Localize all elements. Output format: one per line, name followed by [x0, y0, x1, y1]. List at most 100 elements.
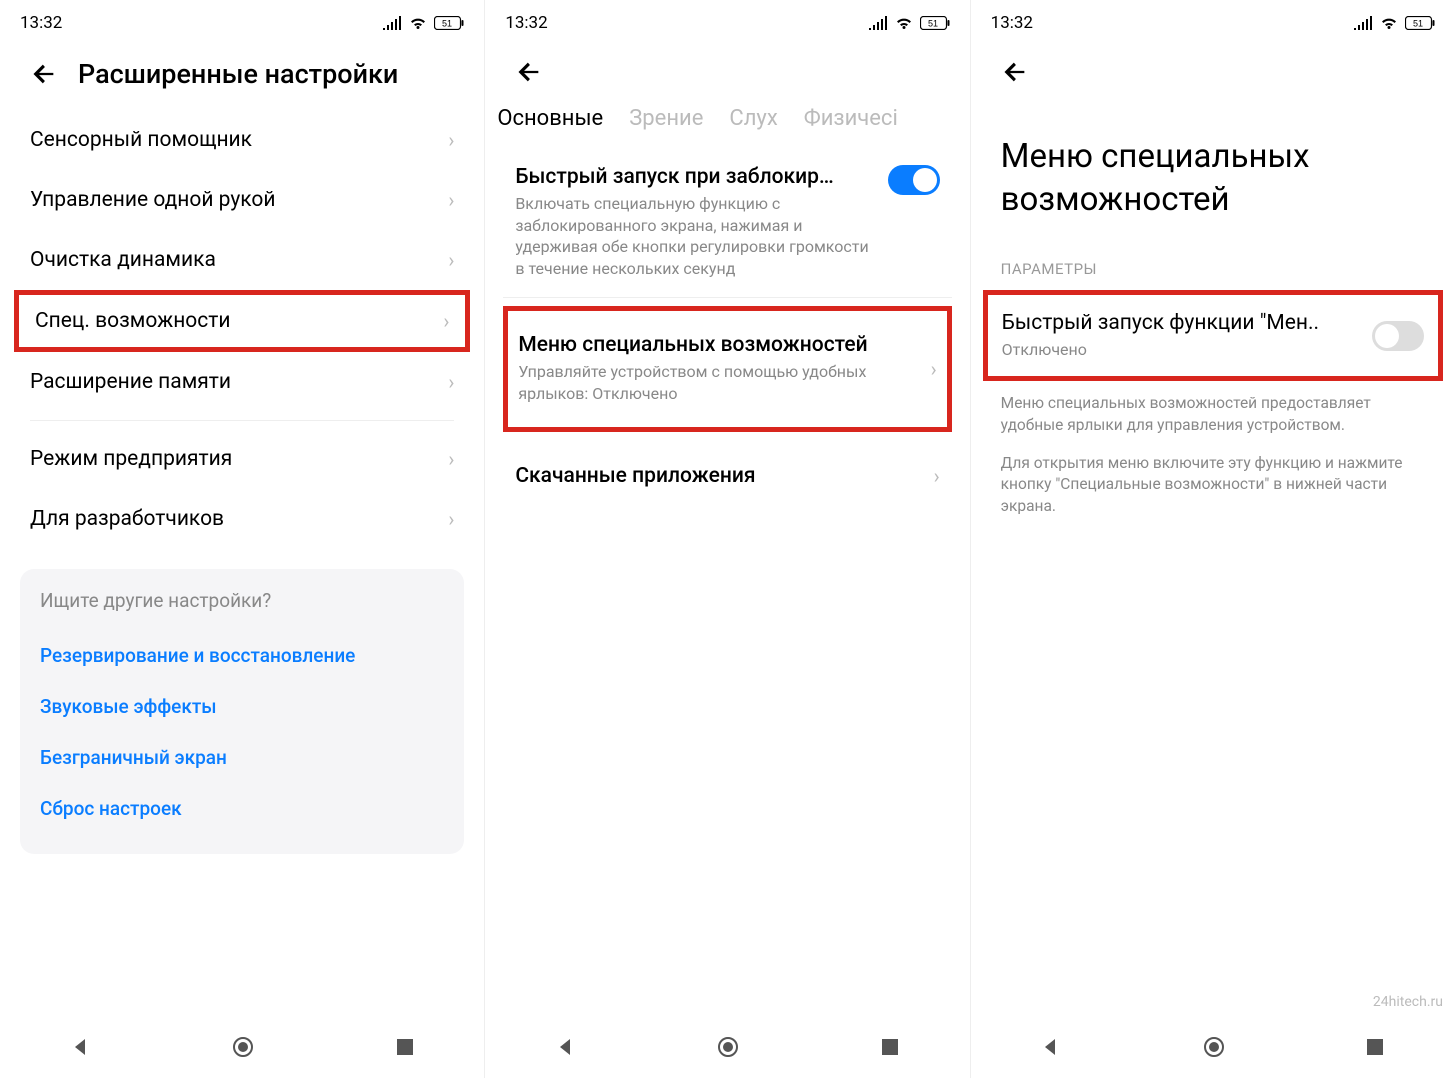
chevron-right-icon: ›	[448, 507, 454, 531]
nav-home-icon[interactable]	[1203, 1036, 1225, 1058]
nav-home-icon[interactable]	[717, 1036, 739, 1058]
item-label: Управление одной рукой	[30, 188, 276, 212]
highlight-box: Спец. возможности ›	[14, 290, 470, 352]
nav-recent-icon[interactable]	[881, 1038, 899, 1056]
item-developer-options[interactable]: Для разработчиков ›	[0, 489, 484, 549]
tab-vision[interactable]: Зрение	[629, 106, 703, 131]
nav-back-icon[interactable]	[1041, 1037, 1061, 1057]
divider	[30, 420, 454, 421]
item-accessibility-menu[interactable]: Меню специальных возможностей Управляйте…	[508, 311, 946, 426]
chevron-right-icon: ›	[448, 248, 454, 272]
tabs: Основные Зрение Слух Физичесі	[485, 106, 969, 147]
item-title: Быстрый запуск при заблокир…	[515, 165, 875, 189]
item-sub: Отключено	[1002, 339, 1360, 361]
item-title: Меню специальных возможностей	[518, 333, 918, 357]
nav-recent-icon[interactable]	[396, 1038, 414, 1056]
item-downloaded-apps[interactable]: Скачанные приложения ›	[485, 446, 969, 506]
item-label: Скачанные приложения	[515, 464, 755, 488]
battery-icon: 51	[920, 16, 950, 30]
search-link-backup[interactable]: Резервирование и восстановление	[40, 630, 444, 681]
item-quick-launch-menu[interactable]: Быстрый запуск функции "Мен.. Отключено	[988, 295, 1438, 377]
nav-bar	[485, 1016, 969, 1078]
status-time: 13:32	[991, 13, 1033, 33]
status-icons: 51	[1353, 16, 1435, 30]
header	[485, 40, 969, 106]
status-icons: 51	[868, 16, 950, 30]
item-label: Спец. возможности	[35, 309, 231, 333]
signal-icon	[1353, 16, 1373, 30]
item-quick-launch-locked[interactable]: Быстрый запуск при заблокир… Включать сп…	[485, 147, 969, 297]
back-icon[interactable]	[515, 58, 543, 86]
item-desc: Управляйте устройством с помощью удобных…	[518, 361, 918, 404]
toggle-menu-quick-launch[interactable]	[1372, 321, 1424, 351]
item-label: Режим предприятия	[30, 447, 232, 471]
watermark: 24hitech.ru	[1373, 994, 1443, 1010]
header: Расширенные настройки	[0, 40, 484, 110]
svg-text:51: 51	[928, 19, 938, 29]
chevron-right-icon: ›	[443, 309, 449, 333]
chevron-right-icon: ›	[448, 447, 454, 471]
item-accessibility[interactable]: Спец. возможности ›	[19, 295, 465, 347]
nav-bar	[971, 1016, 1455, 1078]
item-enterprise-mode[interactable]: Режим предприятия ›	[0, 429, 484, 489]
nav-recent-icon[interactable]	[1366, 1038, 1384, 1056]
chevron-right-icon: ›	[931, 357, 937, 381]
tab-hearing[interactable]: Слух	[729, 106, 777, 131]
settings-list: Сенсорный помощник › Управление одной ру…	[0, 110, 484, 549]
nav-bar	[0, 1016, 484, 1078]
wifi-icon	[408, 16, 428, 30]
tab-main[interactable]: Основные	[497, 106, 603, 131]
toggle-quick-launch[interactable]	[888, 165, 940, 195]
signal-icon	[382, 16, 402, 30]
section-header: ПАРАМЕТРЫ	[971, 252, 1455, 290]
header	[971, 40, 1455, 106]
back-icon[interactable]	[1001, 58, 1029, 86]
search-link-reset[interactable]: Сброс настроек	[40, 783, 444, 834]
status-bar: 13:32 51	[0, 0, 484, 40]
nav-back-icon[interactable]	[556, 1037, 576, 1057]
item-label: Для разработчиков	[30, 507, 224, 531]
status-bar: 13:32 51	[485, 0, 969, 40]
signal-icon	[868, 16, 888, 30]
item-memory-extension[interactable]: Расширение памяти ›	[0, 352, 484, 412]
chevron-right-icon: ›	[448, 128, 454, 152]
chevron-right-icon: ›	[448, 188, 454, 212]
screen-advanced-settings: 13:32 51 Расширенные настройки Сенсорный…	[0, 0, 485, 1078]
item-desc: Включать специальную функцию с заблокиро…	[515, 193, 875, 279]
divider	[503, 297, 951, 298]
wifi-icon	[1379, 16, 1399, 30]
screen-accessibility: 13:32 51 Основные Зрение Слух Физичесі Б…	[485, 0, 970, 1078]
status-time: 13:32	[505, 13, 547, 33]
search-link-fullscreen[interactable]: Безграничный экран	[40, 732, 444, 783]
item-title: Быстрый запуск функции "Мен..	[1002, 311, 1360, 335]
item-touch-assistant[interactable]: Сенсорный помощник ›	[0, 110, 484, 170]
item-label: Расширение памяти	[30, 370, 231, 394]
status-bar: 13:32 51	[971, 0, 1455, 40]
nav-back-icon[interactable]	[71, 1037, 91, 1057]
page-title: Расширенные настройки	[78, 58, 398, 90]
status-time: 13:32	[20, 13, 62, 33]
nav-home-icon[interactable]	[232, 1036, 254, 1058]
item-label: Очистка динамика	[30, 248, 216, 272]
battery-icon: 51	[1405, 16, 1435, 30]
item-label: Сенсорный помощник	[30, 128, 252, 152]
back-icon[interactable]	[30, 60, 58, 88]
status-icons: 51	[382, 16, 464, 30]
description-text: Меню специальных возможностей предоставл…	[971, 381, 1455, 448]
tab-physical[interactable]: Физичесі	[804, 106, 898, 131]
search-link-sound[interactable]: Звуковые эффекты	[40, 681, 444, 732]
page-title: Меню специальных возможностей	[971, 106, 1455, 252]
chevron-right-icon: ›	[448, 370, 454, 394]
screen-accessibility-menu: 13:32 51 Меню специальных возможностей П…	[971, 0, 1455, 1078]
description-text: Для открытия меню включите эту функцию и…	[971, 449, 1455, 530]
search-suggestions: Ищите другие настройки? Резервирование и…	[20, 569, 464, 854]
svg-text:51: 51	[1413, 19, 1423, 29]
item-one-hand[interactable]: Управление одной рукой ›	[0, 170, 484, 230]
highlight-box: Меню специальных возможностей Управляйте…	[503, 306, 951, 431]
highlight-box: Быстрый запуск функции "Мен.. Отключено	[983, 290, 1443, 382]
search-title: Ищите другие настройки?	[40, 589, 444, 612]
svg-text:51: 51	[442, 19, 452, 29]
item-speaker-clean[interactable]: Очистка динамика ›	[0, 230, 484, 290]
chevron-right-icon: ›	[934, 464, 940, 488]
wifi-icon	[894, 16, 914, 30]
